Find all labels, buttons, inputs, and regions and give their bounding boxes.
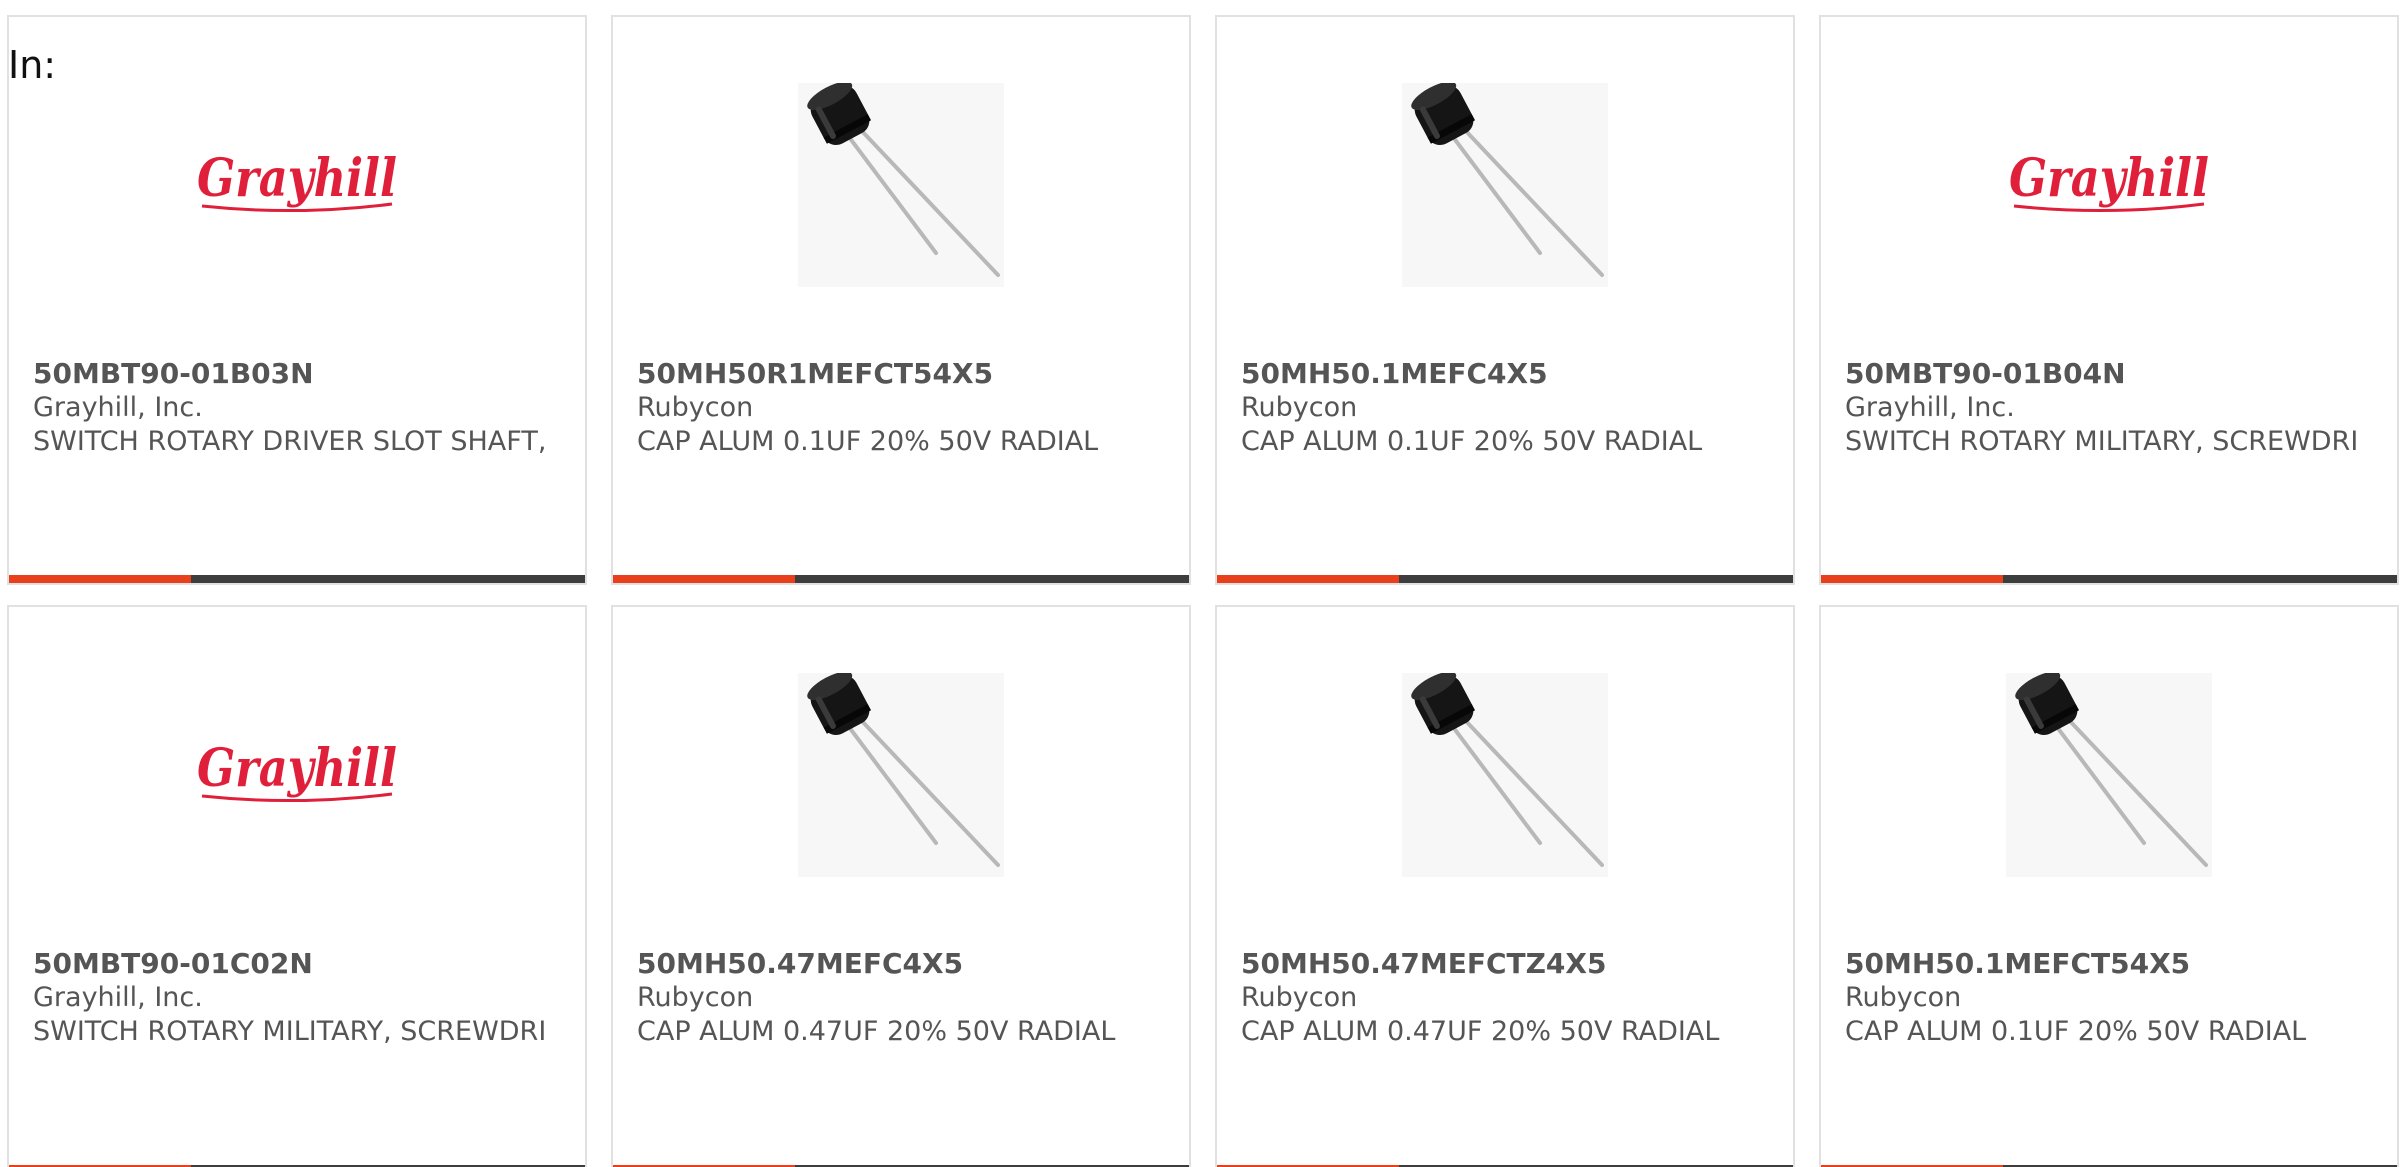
svg-text:Grayhill: Grayhill — [197, 148, 397, 209]
product-card[interactable]: Grayhill 50MBT90-01C02N Grayhill, Inc. S… — [7, 605, 587, 1167]
capacitor-icon — [807, 81, 1000, 277]
manufacturer-name: Grayhill, Inc. — [33, 392, 203, 423]
manufacturer-name: Grayhill, Inc. — [1845, 392, 2015, 423]
capacitor-photo — [1402, 671, 1608, 877]
product-image[interactable] — [613, 81, 1189, 287]
product-card[interactable]: 50MH50.47MEFCTZ4X5 Rubycon CAP ALUM 0.47… — [1215, 605, 1795, 1167]
grayhill-logo-mark: Grayhill — [197, 148, 397, 213]
capacitor-icon — [1411, 671, 1604, 867]
svg-text:Grayhill: Grayhill — [197, 738, 397, 799]
part-number[interactable]: 50MH50R1MEFCT54X5 — [637, 357, 1169, 391]
capacitor-photo — [798, 671, 1004, 877]
product-image[interactable] — [1217, 671, 1793, 877]
product-card[interactable]: 50MH50R1MEFCT54X5 Rubycon CAP ALUM 0.1UF… — [611, 15, 1191, 585]
card-progress-bar — [613, 575, 1189, 583]
product-info: 50MH50R1MEFCT54X5 Rubycon CAP ALUM 0.1UF… — [637, 357, 1169, 459]
product-card[interactable]: 50MH50.1MEFC4X5 Rubycon CAP ALUM 0.1UF 2… — [1215, 15, 1795, 585]
product-description: CAP ALUM 0.1UF 20% 50V RADIAL — [637, 426, 1099, 457]
part-number[interactable]: 50MBT90-01B03N — [33, 357, 565, 391]
part-number[interactable]: 50MBT90-01B04N — [1845, 357, 2377, 391]
product-info: 50MBT90-01B03N Grayhill, Inc. SWITCH ROT… — [33, 357, 565, 459]
product-image[interactable] — [1217, 81, 1793, 287]
product-listing-page: In: Grayhill 50MBT90-01B03N Grayhill, In… — [0, 0, 2400, 1167]
card-bar-accent — [9, 575, 191, 583]
product-info: 50MH50.47MEFCTZ4X5 Rubycon CAP ALUM 0.47… — [1241, 947, 1773, 1049]
card-bar-accent — [1217, 575, 1399, 583]
product-grid: Grayhill 50MBT90-01B03N Grayhill, Inc. S… — [7, 15, 2399, 1167]
card-progress-bar — [9, 575, 585, 583]
product-info: 50MBT90-01C02N Grayhill, Inc. SWITCH ROT… — [33, 947, 565, 1049]
manufacturer-name: Rubycon — [637, 392, 754, 423]
card-progress-bar — [1217, 575, 1793, 583]
product-image[interactable] — [613, 671, 1189, 877]
product-description: SWITCH ROTARY DRIVER SLOT SHAFT, — [33, 426, 547, 457]
part-number[interactable]: 50MH50.47MEFC4X5 — [637, 947, 1169, 981]
product-card[interactable]: Grayhill 50MBT90-01B03N Grayhill, Inc. S… — [7, 15, 587, 585]
product-description: CAP ALUM 0.1UF 20% 50V RADIAL — [1845, 1016, 2307, 1047]
part-number[interactable]: 50MBT90-01C02N — [33, 947, 565, 981]
filter-in-label: In: — [8, 43, 57, 87]
product-description: SWITCH ROTARY MILITARY, SCREWDRI — [1845, 426, 2359, 457]
grayhill-logo: Grayhill — [2004, 140, 2214, 230]
product-card[interactable]: 50MH50.1MEFCT54X5 Rubycon CAP ALUM 0.1UF… — [1819, 605, 2399, 1167]
part-number[interactable]: 50MH50.47MEFCTZ4X5 — [1241, 947, 1773, 981]
capacitor-photo — [2006, 671, 2212, 877]
grayhill-logo-mark: Grayhill — [197, 738, 397, 803]
manufacturer-name: Rubycon — [1845, 982, 1962, 1013]
card-bar-accent — [1821, 575, 2003, 583]
manufacturer-name: Grayhill, Inc. — [33, 982, 203, 1013]
manufacturer-name: Rubycon — [637, 982, 754, 1013]
product-image[interactable] — [1821, 671, 2397, 877]
capacitor-icon — [2015, 671, 2208, 867]
product-description: CAP ALUM 0.47UF 20% 50V RADIAL — [637, 1016, 1116, 1047]
capacitor-icon — [1411, 81, 1604, 277]
product-description: SWITCH ROTARY MILITARY, SCREWDRI — [33, 1016, 547, 1047]
part-number[interactable]: 50MH50.1MEFCT54X5 — [1845, 947, 2377, 981]
product-description: CAP ALUM 0.1UF 20% 50V RADIAL — [1241, 426, 1703, 457]
product-description: CAP ALUM 0.47UF 20% 50V RADIAL — [1241, 1016, 1720, 1047]
product-info: 50MH50.1MEFCT54X5 Rubycon CAP ALUM 0.1UF… — [1845, 947, 2377, 1049]
capacitor-icon — [807, 671, 1000, 867]
product-image[interactable]: Grayhill — [9, 83, 585, 287]
product-info: 50MBT90-01B04N Grayhill, Inc. SWITCH ROT… — [1845, 357, 2377, 459]
card-bar-accent — [613, 575, 795, 583]
manufacturer-name: Rubycon — [1241, 982, 1358, 1013]
part-number[interactable]: 50MH50.1MEFC4X5 — [1241, 357, 1773, 391]
product-card[interactable]: 50MH50.47MEFC4X5 Rubycon CAP ALUM 0.47UF… — [611, 605, 1191, 1167]
manufacturer-name: Rubycon — [1241, 392, 1358, 423]
product-info: 50MH50.1MEFC4X5 Rubycon CAP ALUM 0.1UF 2… — [1241, 357, 1773, 459]
product-image[interactable]: Grayhill — [1821, 83, 2397, 287]
capacitor-photo — [798, 81, 1004, 287]
grayhill-logo-mark: Grayhill — [2009, 148, 2209, 213]
grayhill-logo: Grayhill — [192, 140, 402, 230]
product-card[interactable]: Grayhill 50MBT90-01B04N Grayhill, Inc. S… — [1819, 15, 2399, 585]
svg-text:Grayhill: Grayhill — [2009, 148, 2209, 209]
card-progress-bar — [1821, 575, 2397, 583]
product-info: 50MH50.47MEFC4X5 Rubycon CAP ALUM 0.47UF… — [637, 947, 1169, 1049]
product-image[interactable]: Grayhill — [9, 673, 585, 877]
grayhill-logo: Grayhill — [192, 730, 402, 820]
capacitor-photo — [1402, 81, 1608, 287]
